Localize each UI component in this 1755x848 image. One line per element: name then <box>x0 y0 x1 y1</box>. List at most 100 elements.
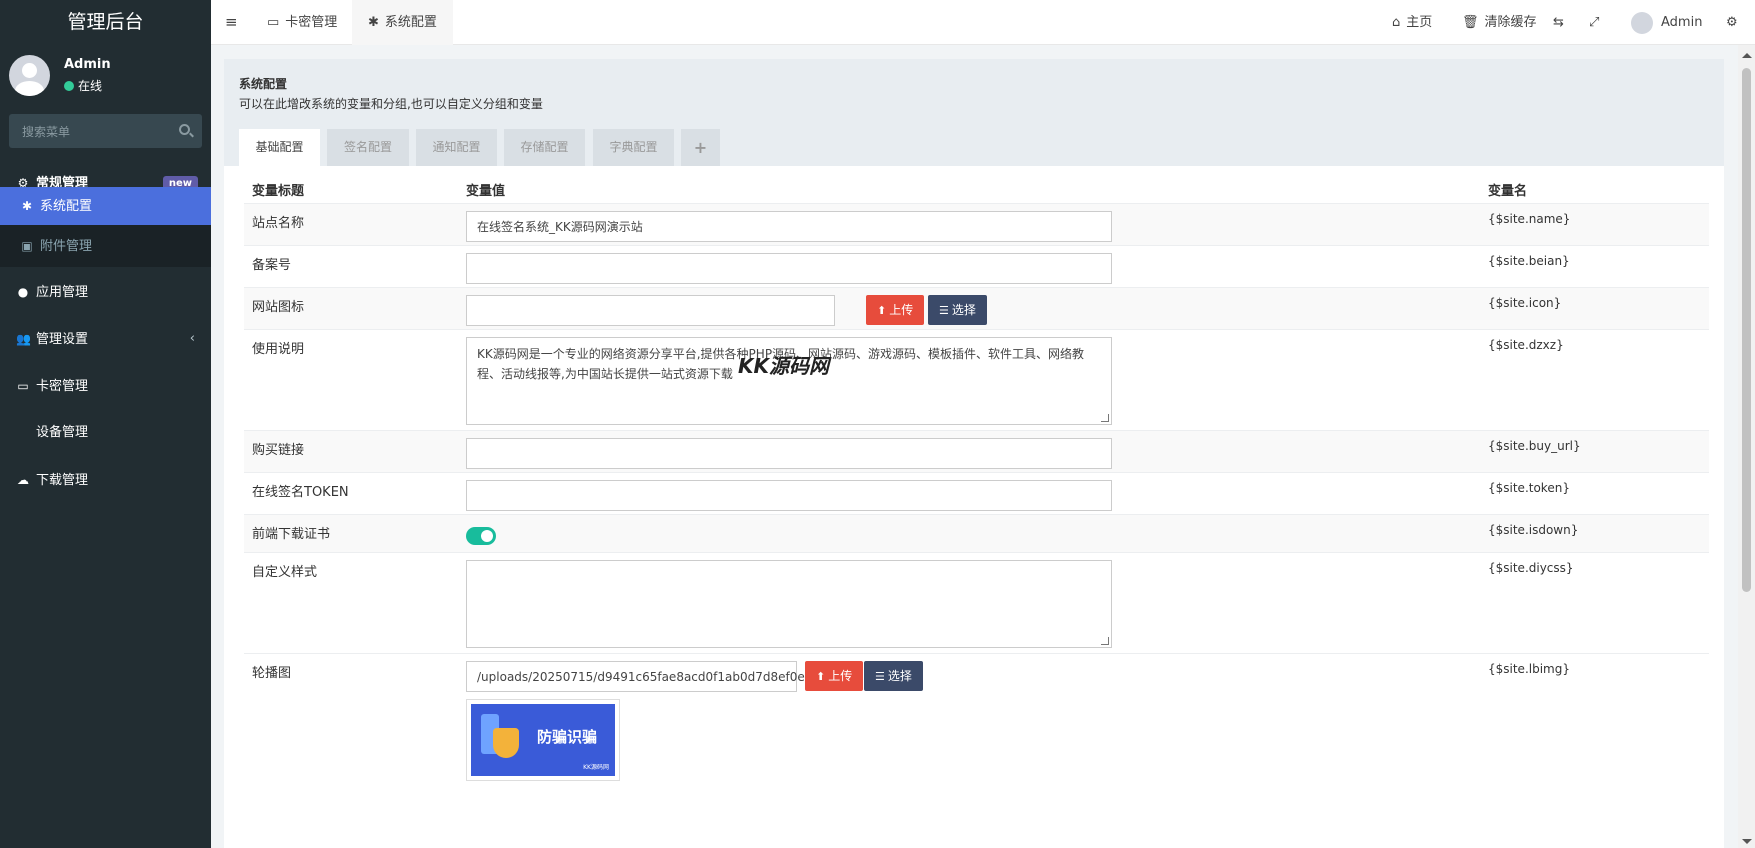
clear-cache-button[interactable]: 🗑 清除缓存 <box>1462 0 1537 45</box>
sidebar-user-panel: Admin 在线 <box>0 45 211 107</box>
row-variable-name: {$site.buy_url} <box>1488 439 1581 453</box>
list-icon: ☰ <box>875 670 885 683</box>
sidebar-item-cards[interactable]: ▭ 卡密管理 <box>0 363 211 409</box>
circle-icon: ● <box>17 285 29 299</box>
table-row: 使用说明 KK源码网是一个专业的网络资源分享平台,提供各种PHP源码、网站源码、… <box>244 330 1709 431</box>
row-variable-name: {$site.token} <box>1488 481 1570 495</box>
tab-notify-config[interactable]: 通知配置 <box>416 129 497 166</box>
home-icon: ⌂ <box>1392 15 1401 30</box>
config-panel: 系统配置 可以在此增改系统的变量和分组,也可以自定义分组和变量 基础配置 签名配… <box>224 59 1724 848</box>
sidebar-item-admin-settings[interactable]: 👥 管理设置 ‹ <box>0 316 211 362</box>
upload-icon: ⬆ <box>877 304 887 317</box>
chevron-left-icon: ‹ <box>189 331 195 346</box>
table-row: 购买链接 {$site.buy_url} <box>244 431 1709 473</box>
row-title: 站点名称 <box>252 216 305 231</box>
upload-label: 上传 <box>889 303 914 317</box>
sidebar-item-apps[interactable]: ● 应用管理 <box>0 269 211 315</box>
choose-icon-button[interactable]: ☰ 选择 <box>928 295 987 325</box>
banner-preview-image[interactable]: 防骗识骗 KK源码网 <box>466 699 620 781</box>
custom-css-textarea[interactable] <box>466 560 1112 648</box>
users-icon: 👥 <box>16 332 31 346</box>
row-variable-name: {$site.beian} <box>1488 254 1570 268</box>
sidebar-item-label: 应用管理 <box>36 285 89 300</box>
beian-input[interactable] <box>466 253 1112 284</box>
add-tab-button[interactable]: + <box>681 129 720 166</box>
sidebar-item-attachments[interactable]: ▣ 附件管理 <box>0 225 211 267</box>
column-header-value: 变量值 <box>466 184 506 199</box>
sidebar-item-label: 卡密管理 <box>36 379 89 394</box>
clear-cache-label: 清除缓存 <box>1484 15 1537 30</box>
buy-url-input[interactable] <box>466 438 1112 469</box>
row-title: 自定义样式 <box>252 565 318 580</box>
upload-icon-button[interactable]: ⬆ 上传 <box>866 295 925 325</box>
cloud-download-icon: ☁ <box>17 473 29 487</box>
banner-brand: KK源码网 <box>583 764 609 771</box>
choose-label: 选择 <box>887 669 912 683</box>
table-row: 前端下载证书 {$site.isdown} <box>244 515 1709 553</box>
banner-image-input[interactable]: /uploads/20250715/d9491c65fae8acd0f1ab0d… <box>466 661 854 692</box>
row-variable-name: {$site.dzxz} <box>1488 338 1564 352</box>
row-title: 前端下载证书 <box>252 527 331 542</box>
choose-banner-button[interactable]: ☰ 选择 <box>864 661 923 691</box>
upload-label: 上传 <box>828 669 853 683</box>
site-icon-input[interactable] <box>466 295 835 326</box>
card-icon: ▭ <box>267 15 280 30</box>
table-row: 在线签名TOKEN {$site.token} <box>244 473 1709 515</box>
online-status-label: 在线 <box>78 79 103 93</box>
shield-icon <box>493 728 519 758</box>
resize-grip-icon[interactable] <box>1101 637 1109 645</box>
sidebar-username: Admin <box>64 57 111 72</box>
resize-grip-icon[interactable] <box>1101 414 1109 422</box>
home-link[interactable]: ⌂ 主页 <box>1392 0 1432 45</box>
column-header-name: 变量名 <box>1488 184 1528 199</box>
fullscreen-icon[interactable]: ⤢ <box>1589 0 1599 45</box>
upload-icon: ⬆ <box>816 670 826 683</box>
menu-search-placeholder: 搜索菜单 <box>22 125 71 139</box>
language-icon[interactable]: ⇆ <box>1553 0 1564 45</box>
sidebar-item-downloads[interactable]: ☁ 下载管理 <box>0 457 211 503</box>
scroll-down-icon[interactable] <box>1742 839 1752 844</box>
image-icon: ▣ <box>21 239 33 253</box>
scroll-up-icon[interactable] <box>1742 53 1752 58</box>
row-title: 网站图标 <box>252 300 305 315</box>
tab-dict-config[interactable]: 字典配置 <box>593 129 674 166</box>
menu-search-input[interactable]: 搜索菜单 <box>9 114 202 148</box>
download-cert-toggle[interactable] <box>466 527 496 545</box>
row-title: 使用说明 <box>252 342 305 357</box>
row-title: 备案号 <box>252 258 292 273</box>
list-icon: ☰ <box>939 304 949 317</box>
site-name-input[interactable]: 在线签名系统_KK源码网演示站 <box>466 211 1112 242</box>
sidebar-item-devices[interactable]: 设备管理 <box>0 410 211 456</box>
upload-banner-button[interactable]: ⬆ 上传 <box>805 661 864 691</box>
sidebar-item-label: 设备管理 <box>36 425 89 440</box>
scrollbar-thumb[interactable] <box>1742 68 1751 592</box>
table-row: 网站图标 ⬆ 上传 ☰ 选择 {$site.icon} <box>244 288 1709 330</box>
tab-system-config[interactable]: ✱ 系统配置 <box>352 0 453 45</box>
avatar <box>9 55 50 96</box>
sidebar-item-system-config[interactable]: ✱ 系统配置 <box>0 187 211 225</box>
token-input[interactable] <box>466 480 1112 511</box>
tab-basic-config[interactable]: 基础配置 <box>239 129 320 166</box>
avatar <box>1631 11 1653 34</box>
sidebar-item-label: 管理设置 <box>36 332 89 347</box>
tab-sign-config[interactable]: 签名配置 <box>327 129 409 166</box>
menu-toggle-icon[interactable]: ≡ <box>225 0 238 45</box>
tab-cards[interactable]: ▭ 卡密管理 <box>267 0 337 45</box>
settings-icon[interactable]: ⚙ <box>1726 0 1738 45</box>
column-header-title: 变量标题 <box>252 184 305 199</box>
panel-title: 系统配置 <box>239 77 288 91</box>
panel-description: 可以在此增改系统的变量和分组,也可以自定义分组和变量 <box>239 97 543 111</box>
online-dot-icon <box>64 81 74 91</box>
user-menu[interactable]: Admin <box>1631 0 1702 45</box>
tab-storage-config[interactable]: 存储配置 <box>504 129 585 166</box>
trash-icon: 🗑 <box>1462 15 1479 30</box>
table-row: 站点名称 在线签名系统_KK源码网演示站 {$site.name} <box>244 204 1709 246</box>
row-title: 轮播图 <box>252 666 292 681</box>
search-icon[interactable] <box>179 124 190 135</box>
app-logo[interactable]: 管理后台 <box>0 0 211 45</box>
row-variable-name: {$site.icon} <box>1488 296 1562 310</box>
banner-title: 防骗识骗 <box>537 728 598 746</box>
page-scrollbar[interactable] <box>1738 45 1755 848</box>
home-label: 主页 <box>1406 15 1433 30</box>
sidebar-item-label: 附件管理 <box>40 239 93 254</box>
